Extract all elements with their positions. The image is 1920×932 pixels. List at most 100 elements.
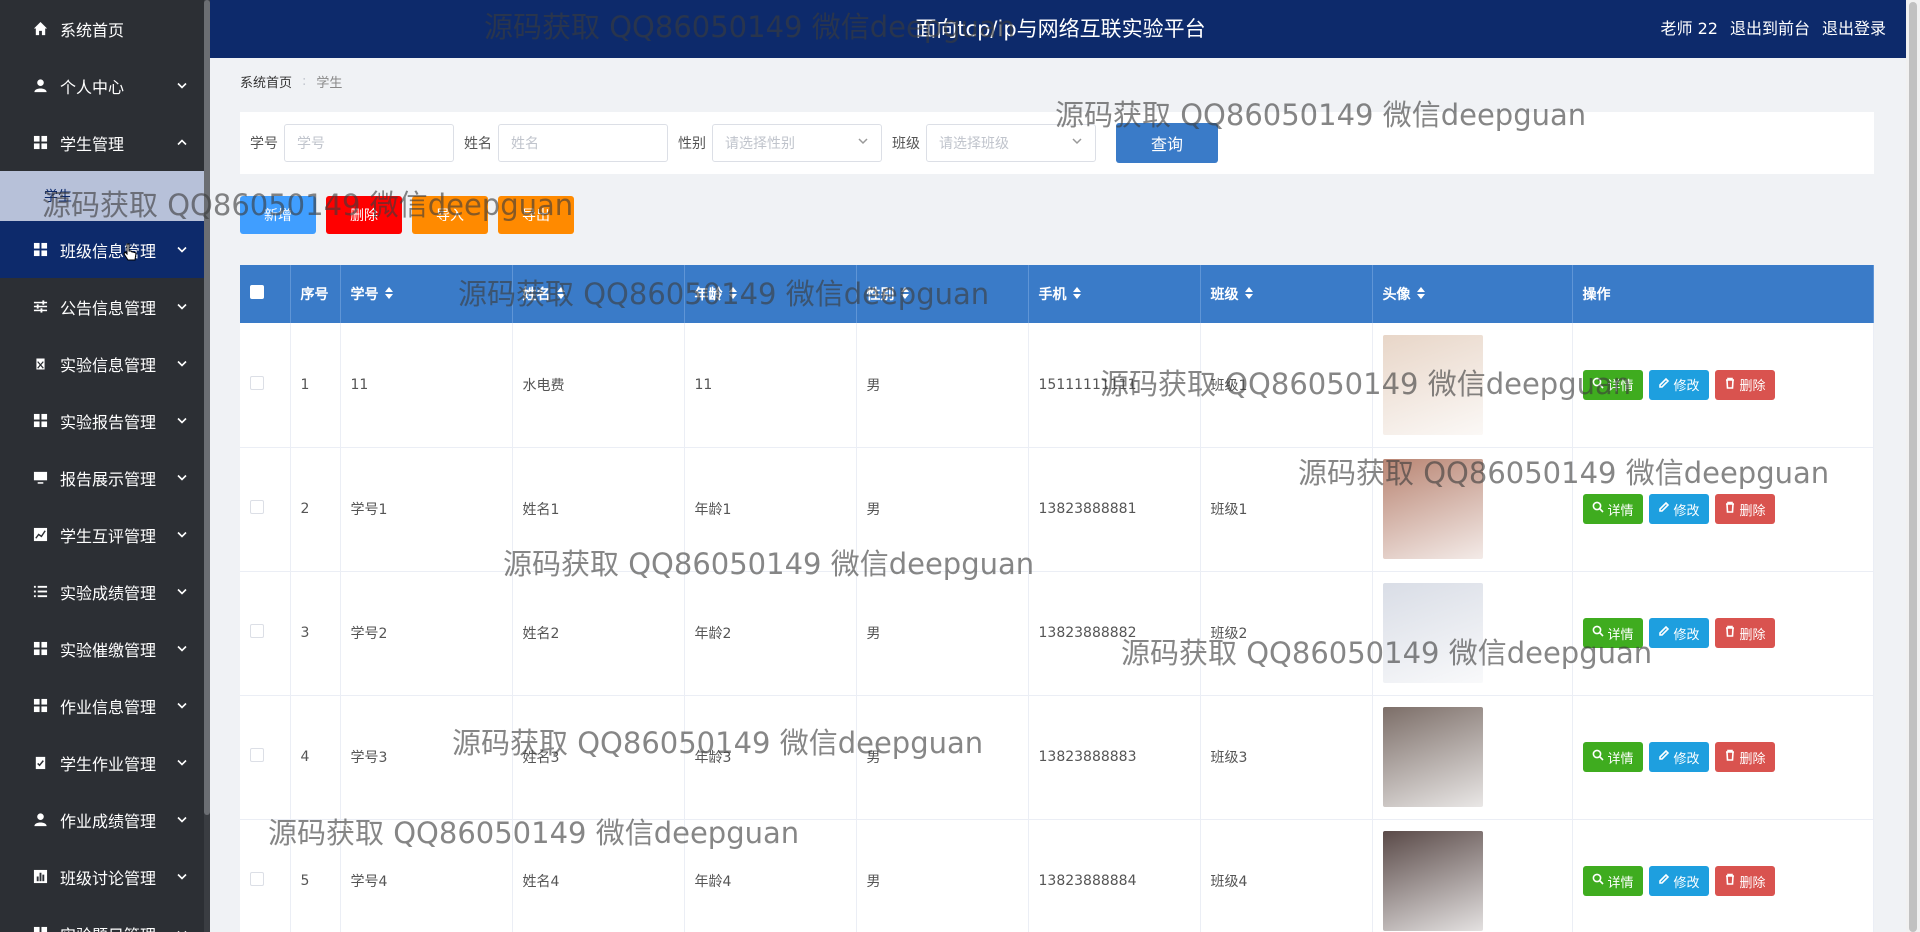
edit-button[interactable]: 修改	[1648, 618, 1709, 648]
logout-link[interactable]: 退出登录	[1822, 0, 1886, 58]
sidebar-item-14[interactable]: 班级讨论管理	[0, 848, 210, 905]
sidebar-item-3[interactable]: 班级信息管理	[0, 221, 210, 278]
delete-button[interactable]: 删除	[1714, 618, 1775, 648]
cell-avatar	[1372, 819, 1573, 932]
detail-button[interactable]: 详情	[1582, 866, 1643, 896]
grid-icon	[30, 641, 50, 656]
row-checkbox[interactable]	[250, 624, 264, 638]
row-checkbox[interactable]	[250, 375, 264, 390]
column-header[interactable]: 姓名	[512, 265, 685, 323]
sidebar-item-label: 系统首页	[60, 20, 125, 40]
sidebar-item-8[interactable]: 学生互评管理	[0, 506, 210, 563]
column-header[interactable]: 头像	[1372, 265, 1573, 323]
cell-index: 1	[290, 323, 341, 447]
monitor-icon	[30, 470, 50, 485]
sort-icon[interactable]	[728, 287, 737, 303]
row-select-cell[interactable]	[240, 819, 291, 932]
detail-button[interactable]: 详情	[1582, 618, 1643, 648]
row-checkbox[interactable]	[250, 500, 264, 514]
table-row: 3 学号2 姓名2 年龄2 男 13823888882 班级2 详情 修改 删除	[240, 571, 1874, 695]
sidebar-item-6[interactable]: 实验报告管理	[0, 392, 210, 449]
sidebar-item-label: 学生作业管理	[60, 754, 157, 774]
sidebar-item-5[interactable]: 实验信息管理	[0, 335, 210, 392]
edit-button[interactable]: 修改	[1648, 494, 1709, 524]
grid-icon	[30, 242, 50, 257]
xingbie-select[interactable]: 请选择性别	[712, 124, 882, 162]
home-icon	[30, 21, 50, 36]
sort-icon[interactable]	[1416, 287, 1425, 303]
column-header[interactable]: 学号	[340, 265, 513, 323]
sort-icon[interactable]	[900, 287, 909, 303]
search-panel: 学号 学号 姓名 姓名 性别 请选择性别 班级 请选择班级 查询	[240, 112, 1874, 174]
breadcrumb-home[interactable]: 系统首页	[240, 72, 292, 91]
column-header[interactable]: 年龄	[684, 265, 857, 323]
sidebar-item-15[interactable]: 实验题目管理	[0, 905, 210, 932]
cell-phone: 13823888881	[1028, 447, 1201, 571]
detail-button[interactable]: 详情	[1582, 369, 1643, 400]
sidebar-item-9[interactable]: 实验成绩管理	[0, 563, 210, 620]
chevron-down-icon	[1071, 135, 1083, 151]
column-header[interactable]: 性别	[856, 265, 1029, 323]
list-icon	[30, 584, 50, 599]
banji-select[interactable]: 请选择班级	[926, 124, 1096, 162]
column-header: 序号	[290, 265, 341, 323]
sidebar-item-12[interactable]: 学生作业管理	[0, 734, 210, 791]
sidebar-scroll-thumb[interactable]	[204, 0, 210, 815]
row-select-cell[interactable]	[240, 323, 291, 447]
export-button[interactable]: 导出	[498, 196, 574, 234]
row-checkbox[interactable]	[250, 872, 264, 886]
cell-age: 11	[684, 323, 857, 447]
delete-button[interactable]: 删除	[1714, 369, 1775, 400]
back-to-front-link[interactable]: 退出到前台	[1730, 0, 1810, 58]
xuehao-label: 学号	[250, 136, 278, 152]
edit-button[interactable]: 修改	[1648, 742, 1709, 772]
import-button[interactable]: 导入	[412, 196, 488, 234]
chevron-down-icon	[176, 468, 188, 487]
page-scrollbar[interactable]	[1906, 0, 1920, 932]
edit-button-label: 修改	[1673, 503, 1700, 519]
cell-name: 水电费	[512, 323, 685, 447]
row-select-cell[interactable]	[240, 447, 291, 571]
column-header-label: 手机	[1038, 287, 1067, 303]
sidebar-item-0[interactable]: 系统首页	[0, 0, 210, 57]
query-button[interactable]: 查询	[1116, 123, 1218, 163]
column-header[interactable]: 班级	[1200, 265, 1373, 323]
row-checkbox[interactable]	[250, 748, 264, 762]
edit-button[interactable]: 修改	[1648, 369, 1709, 400]
sort-icon[interactable]	[1072, 287, 1081, 303]
sidebar-item-1[interactable]: 个人中心	[0, 57, 210, 114]
cell-phone: 13823888884	[1028, 819, 1201, 932]
select-all-checkbox[interactable]	[250, 285, 264, 299]
detail-button[interactable]: 详情	[1582, 742, 1643, 772]
delete-button[interactable]: 删除	[1714, 742, 1775, 772]
select-all-cell[interactable]	[240, 265, 291, 323]
edit-button[interactable]: 修改	[1648, 866, 1709, 896]
row-select-cell[interactable]	[240, 571, 291, 695]
action-bar: 新增 删除 导入 导出	[240, 196, 574, 234]
sidebar-item-10[interactable]: 实验催缴管理	[0, 620, 210, 677]
batch-delete-button[interactable]: 删除	[326, 196, 402, 234]
column-header[interactable]: 手机	[1028, 265, 1201, 323]
chevron-down-icon	[176, 582, 188, 601]
sidebar-item-13[interactable]: 作业成绩管理	[0, 791, 210, 848]
submenu-item-student[interactable]: 学生	[0, 171, 210, 221]
delete-button[interactable]: 删除	[1714, 494, 1775, 524]
trash-icon	[1724, 377, 1736, 393]
delete-button-label: 删除	[1739, 379, 1766, 395]
sort-icon[interactable]	[1244, 287, 1253, 303]
sidebar-item-4[interactable]: 公告信息管理	[0, 278, 210, 335]
sort-icon[interactable]	[556, 287, 565, 303]
detail-button-label: 详情	[1607, 751, 1634, 767]
row-select-cell[interactable]	[240, 695, 291, 819]
sidebar-scroll-track[interactable]	[204, 0, 210, 932]
add-button[interactable]: 新增	[240, 196, 316, 234]
sidebar-item-7[interactable]: 报告展示管理	[0, 449, 210, 506]
sort-icon[interactable]	[384, 287, 393, 303]
delete-button[interactable]: 删除	[1714, 866, 1775, 896]
xuehao-input[interactable]: 学号	[284, 124, 454, 162]
sidebar-item-2[interactable]: 学生管理	[0, 114, 210, 171]
xingming-input[interactable]: 姓名	[498, 124, 668, 162]
sidebar-item-11[interactable]: 作业信息管理	[0, 677, 210, 734]
page-scroll-thumb[interactable]	[1909, 2, 1917, 932]
detail-button[interactable]: 详情	[1582, 494, 1643, 524]
